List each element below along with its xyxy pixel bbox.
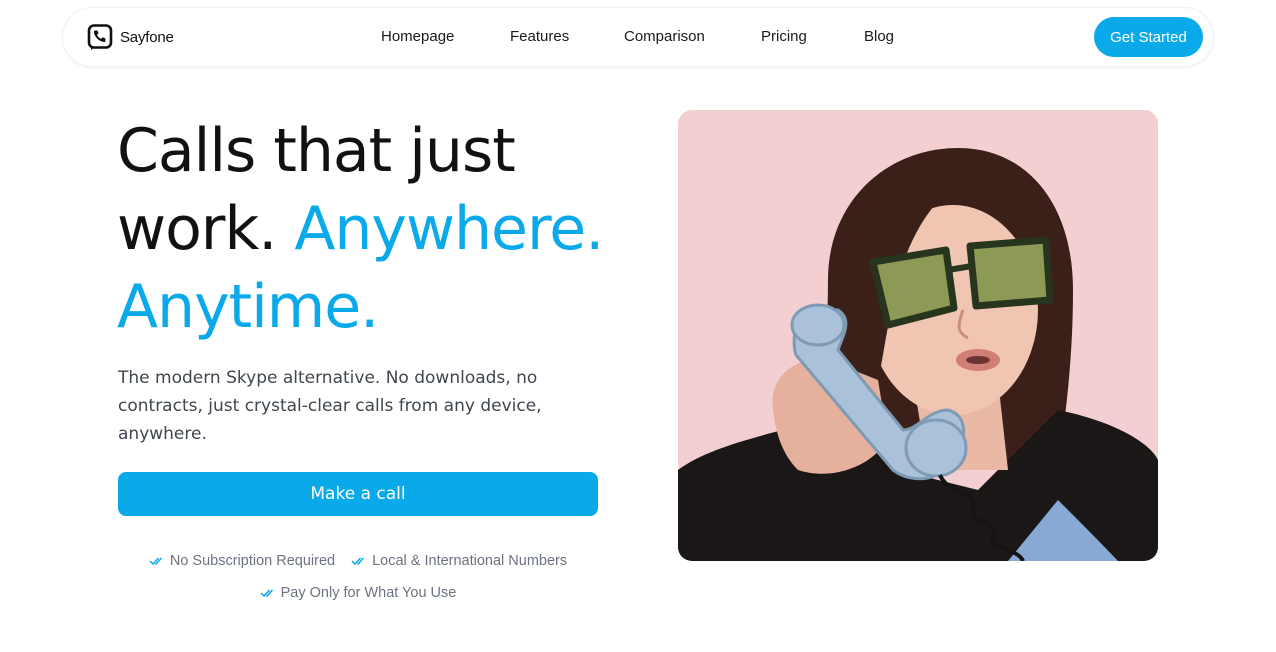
- phone-logo-icon: [87, 24, 113, 50]
- hero-photo: [678, 110, 1158, 561]
- nav-link-homepage[interactable]: Homepage: [381, 28, 454, 45]
- feature-label: Local & International Numbers: [372, 553, 568, 569]
- headline-accent-anytime: Anytime.: [117, 272, 379, 342]
- double-check-icon: [351, 557, 365, 566]
- top-navbar: Sayfone Homepage Features Comparison Pri…: [62, 7, 1214, 67]
- brand-name: Sayfone: [120, 29, 174, 46]
- nav-link-blog[interactable]: Blog: [864, 28, 894, 45]
- feature-item: Pay Only for What You Use: [260, 585, 457, 601]
- nav-link-comparison[interactable]: Comparison: [624, 28, 705, 45]
- nav-link-pricing[interactable]: Pricing: [761, 28, 807, 45]
- feature-list: No Subscription Required Local & Interna…: [118, 545, 598, 609]
- double-check-icon: [260, 589, 273, 598]
- hero-subtext: The modern Skype alternative. No downloa…: [118, 368, 542, 444]
- get-started-button[interactable]: Get Started: [1094, 17, 1203, 57]
- make-a-call-button[interactable]: Make a call: [118, 472, 598, 516]
- feature-row-2: Pay Only for What You Use: [118, 577, 598, 609]
- feature-label: Pay Only for What You Use: [280, 585, 457, 601]
- feature-item: Local & International Numbers: [351, 553, 567, 569]
- nav-link-features[interactable]: Features: [510, 28, 569, 45]
- headline-line-1: Calls that just: [117, 116, 516, 186]
- headline-accent-anywhere: Anywhere.: [294, 194, 604, 264]
- brand-logo-link[interactable]: Sayfone: [87, 24, 174, 51]
- landing-page: Sayfone Homepage Features Comparison Pri…: [0, 0, 1276, 652]
- woman-with-telephone-image: [678, 110, 1158, 561]
- feature-item: No Subscription Required: [149, 553, 335, 569]
- double-check-icon: [149, 557, 162, 566]
- feature-label: No Subscription Required: [169, 553, 336, 569]
- feature-row-1: No Subscription Required Local & Interna…: [118, 545, 598, 577]
- headline-word-work: work.: [117, 194, 277, 264]
- hero-headline: Calls that just work. Anywhere. Anytime.: [117, 112, 657, 346]
